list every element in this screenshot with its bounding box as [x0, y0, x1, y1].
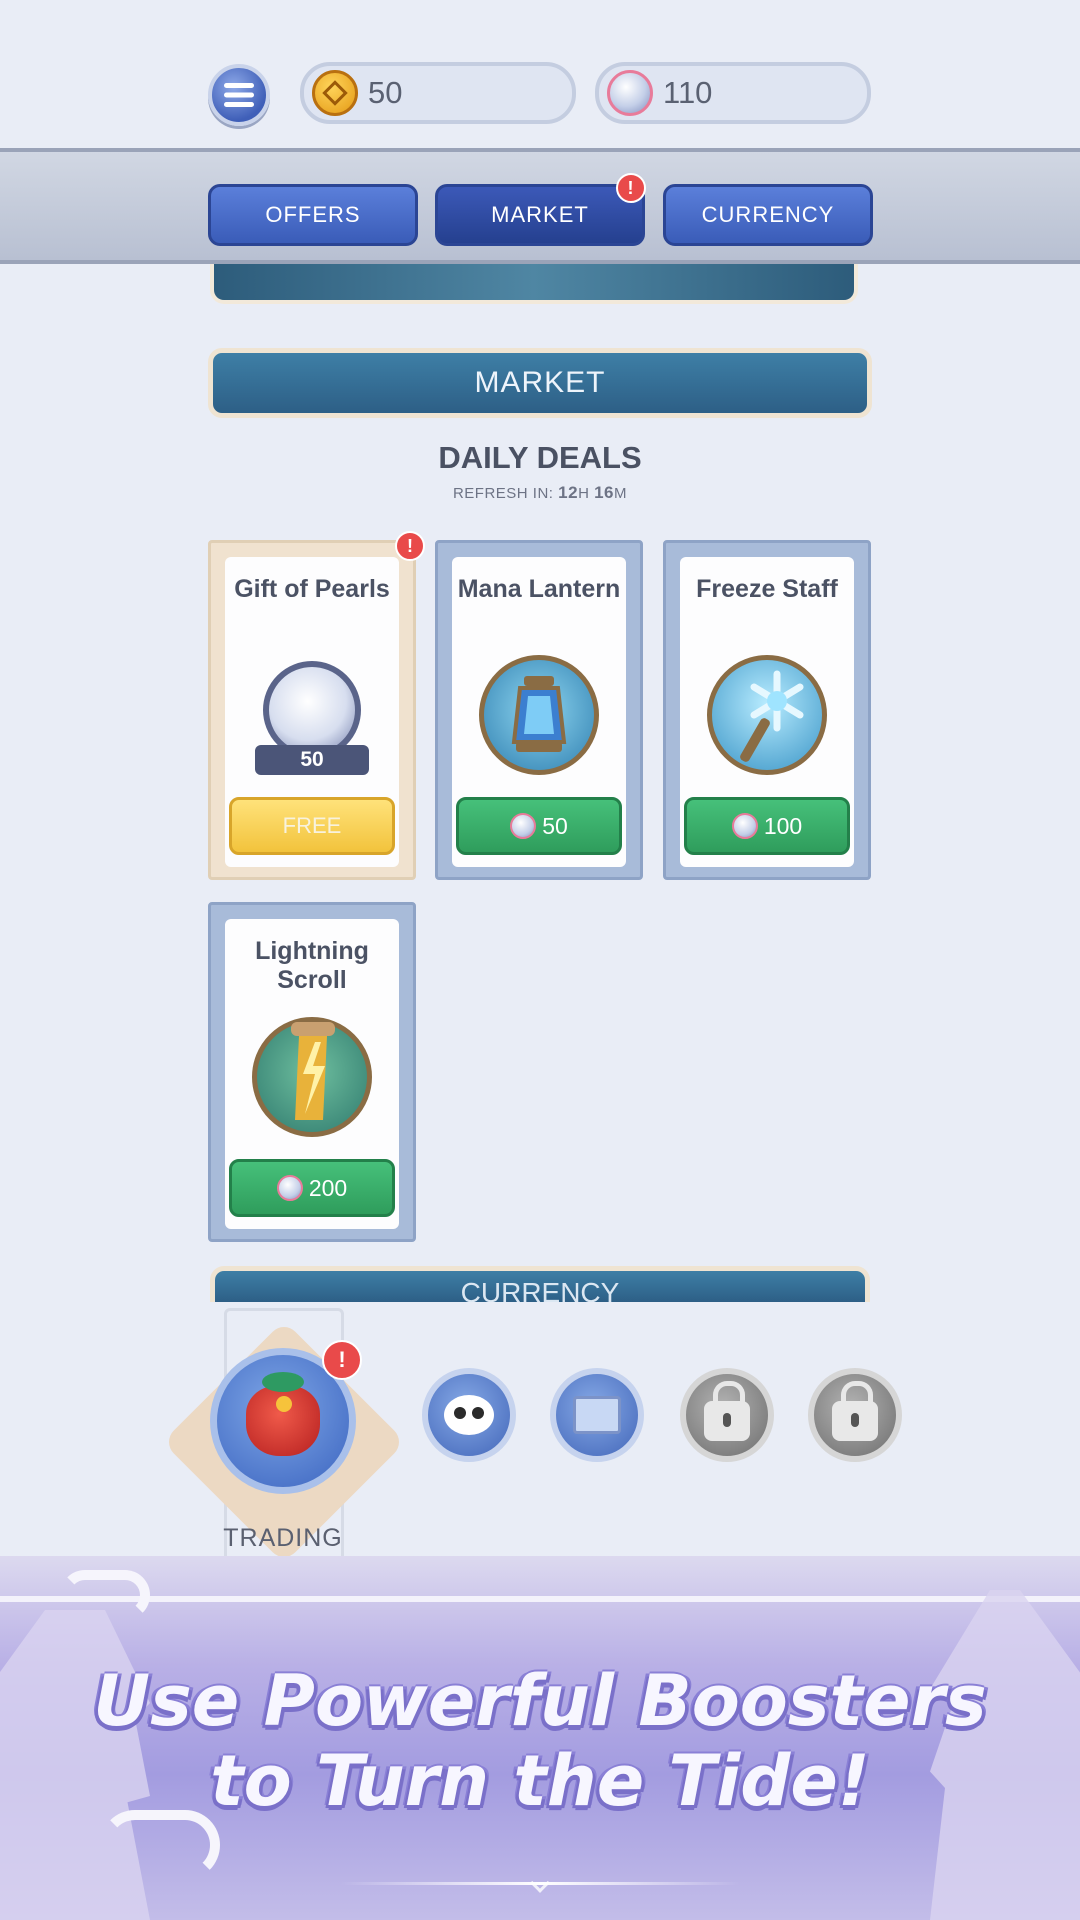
tab-currency[interactable]: CURRENCY	[663, 184, 873, 246]
lightning-scroll-icon	[252, 1017, 372, 1137]
buy-button[interactable]: 50	[456, 797, 622, 855]
nav-map-button[interactable]	[550, 1368, 644, 1462]
promo-headline-line2: to Turn the Tide!	[210, 1740, 870, 1822]
lantern-icon	[479, 655, 599, 775]
alert-badge-icon: !	[616, 173, 646, 203]
tab-offers[interactable]: OFFERS	[208, 184, 418, 246]
pearl-amount: 110	[663, 75, 713, 110]
deal-name: Lightning Scroll	[255, 937, 369, 994]
deal-card-freeze-staff[interactable]: Freeze Staff 100	[663, 540, 871, 880]
daily-deals-title: DAILY DEALS	[438, 440, 642, 475]
coin-counter[interactable]: 50	[300, 62, 576, 124]
deal-card-mana-lantern[interactable]: Mana Lantern 50	[435, 540, 643, 880]
currency-section-header: CURRENCY	[210, 1266, 870, 1302]
nav-companion-button[interactable]	[422, 1368, 516, 1462]
deal-name: Gift of Pearls	[234, 575, 390, 603]
deal-name: Mana Lantern	[457, 575, 621, 603]
deal-price: 100	[763, 812, 803, 839]
snowflake-staff-icon	[707, 655, 827, 775]
claim-free-button[interactable]: FREE	[229, 797, 395, 855]
pearl-icon	[276, 1175, 303, 1201]
promo-divider	[0, 1596, 1080, 1602]
deal-amount: 50	[255, 745, 369, 775]
coin-icon	[312, 70, 358, 116]
menu-button[interactable]	[208, 64, 270, 126]
alert-badge-icon: !	[322, 1340, 362, 1380]
promo-headline-line1: Use Powerful Boosters	[93, 1660, 987, 1742]
deal-name: Freeze Staff	[696, 575, 838, 603]
pearl-icon	[607, 70, 653, 116]
nav-locked-button[interactable]	[808, 1368, 902, 1462]
lock-icon	[832, 1381, 878, 1441]
panda-icon	[444, 1395, 494, 1435]
tab-bar: OFFERS MARKET ! CURRENCY	[0, 148, 1080, 264]
pearl-counter[interactable]: 110	[595, 62, 871, 124]
cloud-decoration	[60, 1570, 150, 1620]
nav-trading-label: TRADING	[223, 1524, 343, 1552]
nav-locked-button[interactable]	[680, 1368, 774, 1462]
trading-bag-icon	[246, 1372, 320, 1456]
buy-button[interactable]: 200	[229, 1159, 395, 1217]
pearl-icon	[510, 813, 537, 839]
lock-icon	[704, 1381, 750, 1441]
tab-market[interactable]: MARKET !	[435, 173, 646, 246]
market-section-header: MARKET	[208, 348, 872, 418]
previous-section-banner	[210, 264, 858, 304]
deal-card-lightning-scroll[interactable]: Lightning Scroll 200	[208, 902, 416, 1242]
deal-price: 50	[542, 812, 568, 839]
pearl-icon	[731, 813, 758, 839]
refresh-timer: REFRESH IN: 12H 16M	[452, 483, 628, 502]
hamburger-icon	[224, 83, 254, 107]
map-scroll-icon	[573, 1396, 621, 1434]
buy-button[interactable]: 100	[684, 797, 850, 855]
deal-card-gift-of-pearls[interactable]: Gift of Pearls 50 FREE !	[208, 531, 425, 880]
deal-price: 200	[308, 1174, 348, 1201]
tab-market-label: MARKET	[491, 202, 589, 227]
alert-badge-icon: !	[395, 531, 425, 561]
coin-amount: 50	[368, 75, 403, 110]
